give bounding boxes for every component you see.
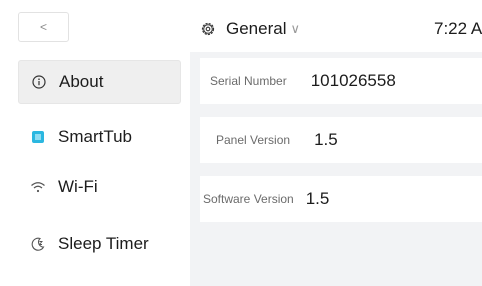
sidebar-item-smarttub[interactable]: SmartTub xyxy=(18,115,181,159)
smarttub-icon xyxy=(30,129,46,145)
moon-icon xyxy=(30,236,46,252)
wifi-icon xyxy=(30,179,46,195)
header-bar: General ∨ 7:22 A xyxy=(190,0,482,52)
sidebar-item-sleep-timer[interactable]: Sleep Timer xyxy=(18,222,181,266)
page-title-dropdown[interactable]: General ∨ xyxy=(200,19,300,39)
info-label: Software Version xyxy=(203,192,294,206)
sidebar: < About SmartTub Wi-Fi Sleep Timer xyxy=(0,0,190,286)
info-value: 1.5 xyxy=(314,130,338,149)
info-row-serial-number: Serial Number 101026558 xyxy=(200,58,482,104)
clock: 7:22 A xyxy=(434,19,482,38)
main-content: Serial Number 101026558 Panel Version 1.… xyxy=(190,52,482,286)
sidebar-item-about[interactable]: About xyxy=(18,60,181,104)
chevron-down-icon: ∨ xyxy=(290,21,300,36)
info-label: Serial Number xyxy=(210,74,287,88)
info-value: 1.5 xyxy=(305,189,330,208)
sidebar-item-label: Wi-Fi xyxy=(58,177,98,196)
sidebar-item-wifi[interactable]: Wi-Fi xyxy=(18,165,181,209)
sidebar-item-label: Sleep Timer xyxy=(58,234,149,253)
info-icon xyxy=(31,74,47,90)
sidebar-item-label: About xyxy=(59,72,104,91)
sidebar-item-label: SmartTub xyxy=(58,127,133,146)
info-label: Panel Version xyxy=(216,133,291,147)
info-value: 101026558 xyxy=(310,71,396,90)
info-row-software-version: Software Version 1.5 xyxy=(200,176,482,222)
info-row-panel-version: Panel Version 1.5 xyxy=(200,117,482,163)
chevron-left-icon: < xyxy=(39,20,47,34)
back-button[interactable]: < xyxy=(18,12,69,42)
page-title: General xyxy=(226,19,287,38)
gear-icon xyxy=(200,21,216,37)
